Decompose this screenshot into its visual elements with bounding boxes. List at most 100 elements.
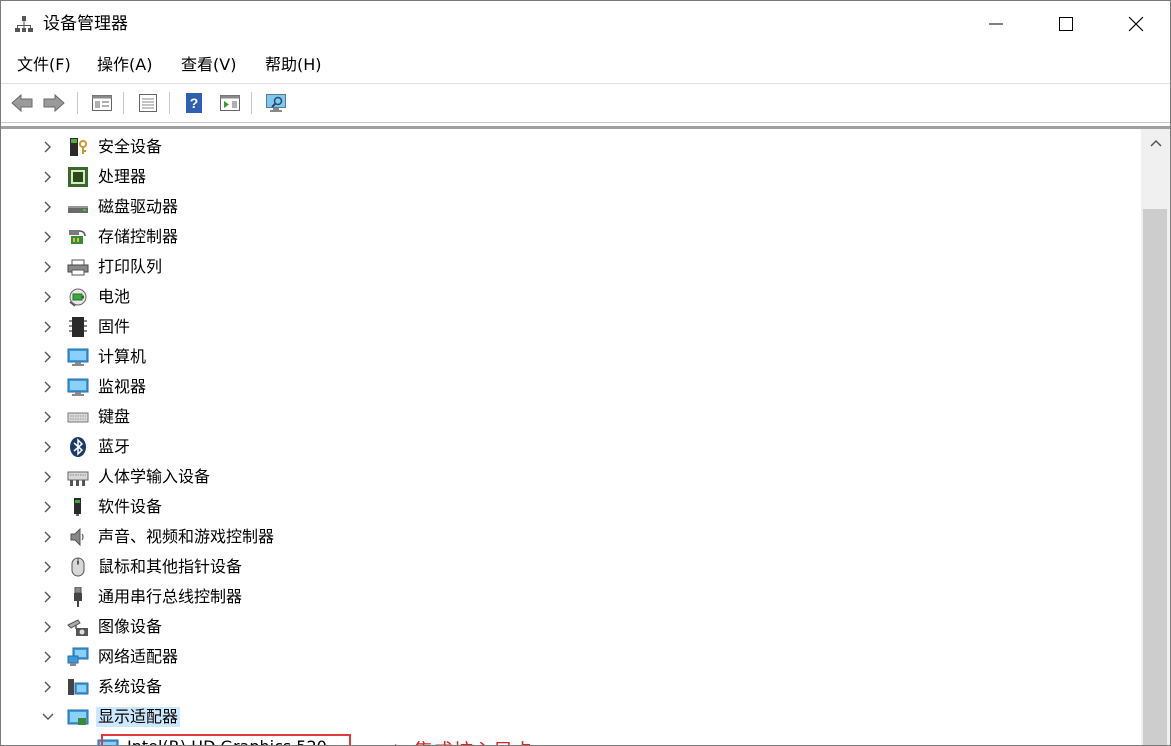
expand-chevron-right-icon[interactable] (41, 140, 55, 154)
tree-item-label: 监视器 (98, 377, 147, 396)
tree-item-label: 软件设备 (98, 497, 163, 516)
expand-chevron-right-icon[interactable] (41, 440, 55, 454)
scroll-up-button[interactable] (1141, 129, 1170, 157)
tree-item-label: 键盘 (98, 407, 131, 426)
expand-chevron-right-icon[interactable] (41, 470, 55, 484)
device-manager-window: 设备管理器 文件(F) 操作(A) 查看(V) 帮助(H) ? 安全设备 处理器… (0, 0, 1171, 746)
toolbar: ? (1, 84, 1170, 123)
tree-item-bluetooth[interactable]: 蓝牙 (1, 432, 1141, 462)
help-button[interactable]: ? (181, 90, 207, 116)
tree-item-computer[interactable]: 计算机 (1, 342, 1141, 372)
tree-item-network-adapters[interactable]: 网络适配器 (1, 642, 1141, 672)
expand-chevron-right-icon[interactable] (41, 380, 55, 394)
window-title: 设备管理器 (43, 14, 128, 34)
expand-chevron-right-icon[interactable] (41, 650, 55, 664)
menu-bar: 文件(F) 操作(A) 查看(V) 帮助(H) (1, 47, 1170, 84)
mouse-icon (71, 557, 85, 577)
menu-action[interactable]: 操作(A) (97, 55, 152, 75)
tree-item-batteries[interactable]: 电池 (1, 282, 1141, 312)
tree-item-human-interface-devices[interactable]: 人体学输入设备 (1, 462, 1141, 492)
expand-chevron-right-icon[interactable] (41, 200, 55, 214)
toolbar-separator (251, 92, 252, 114)
computer-icon (67, 348, 89, 366)
vertical-scrollbar[interactable] (1141, 126, 1170, 745)
tree-item-mice-pointing-devices[interactable]: 鼠标和其他指针设备 (1, 552, 1141, 582)
scroll-thumb[interactable] (1143, 209, 1167, 745)
maximize-button[interactable] (1031, 1, 1101, 47)
expand-chevron-right-icon[interactable] (41, 680, 55, 694)
tree-item-disk-drives[interactable]: 磁盘驱动器 (1, 192, 1141, 222)
monitor-icon (67, 378, 89, 396)
tree-item-imaging-devices[interactable]: 图像设备 (1, 612, 1141, 642)
title-bar[interactable]: 设备管理器 (1, 1, 1170, 47)
expand-chevron-right-icon[interactable] (41, 620, 55, 634)
expand-chevron-right-icon[interactable] (41, 530, 55, 544)
toolbar-separator (77, 92, 78, 114)
action-view-button[interactable] (217, 90, 243, 116)
back-arrow-icon (11, 93, 33, 113)
tree-item-sound-video-game-controllers[interactable]: 声音、视频和游戏控制器 (1, 522, 1141, 552)
tree-item-label: 网络适配器 (98, 647, 179, 666)
expand-chevron-right-icon[interactable] (41, 350, 55, 364)
expand-chevron-right-icon[interactable] (41, 320, 55, 334)
scan-hardware-icon (266, 94, 286, 112)
toolbar-separator (123, 92, 124, 114)
expand-chevron-right-icon[interactable] (41, 560, 55, 574)
menu-file[interactable]: 文件(F) (17, 55, 71, 75)
tree-item-label: 磁盘驱动器 (98, 197, 179, 216)
disk-drive-icon (68, 206, 88, 213)
menu-view[interactable]: 查看(V) (181, 55, 236, 75)
usb-icon (74, 587, 82, 607)
processor-icon (68, 167, 88, 187)
bluetooth-icon (70, 437, 86, 457)
tree-item-label: 打印队列 (98, 257, 163, 276)
close-button[interactable] (1101, 1, 1170, 47)
expand-chevron-right-icon[interactable] (41, 290, 55, 304)
expand-chevron-right-icon[interactable] (41, 410, 55, 424)
tree-item-label: 声音、视频和游戏控制器 (98, 527, 275, 546)
properties-button[interactable] (135, 90, 161, 116)
expand-chevron-right-icon[interactable] (41, 500, 55, 514)
annotation-text: 集成核心显卡 (413, 735, 533, 746)
chevron-up-icon (1149, 139, 1162, 147)
tree-item-usb-controllers[interactable]: 通用串行总线控制器 (1, 582, 1141, 612)
tree-item-keyboards[interactable]: 键盘 (1, 402, 1141, 432)
hid-icon (67, 471, 89, 486)
tree-item-display-adapters[interactable]: 显示适配器 (1, 702, 1141, 732)
expand-chevron-right-icon[interactable] (41, 170, 55, 184)
tree-item-label: 显示适配器 (96, 707, 181, 727)
tree-item-label: 安全设备 (98, 137, 163, 156)
tree-item-security-devices[interactable]: 安全设备 (1, 132, 1141, 162)
tree-item-intel-hd-graphics-520[interactable]: Intel(R) HD Graphics 520 集成核心显卡 (1, 732, 1141, 746)
tree-item-label: 固件 (98, 317, 131, 336)
expand-chevron-right-icon[interactable] (41, 590, 55, 604)
tree-item-processors[interactable]: 处理器 (1, 162, 1141, 192)
expand-chevron-right-icon[interactable] (41, 260, 55, 274)
tree-item-label: 图像设备 (98, 617, 163, 636)
expand-chevron-right-icon[interactable] (41, 230, 55, 244)
scan-hardware-button[interactable] (263, 90, 289, 116)
show-hide-console-tree-button[interactable] (89, 90, 115, 116)
toolbar-separator (169, 92, 170, 114)
minimize-button[interactable] (961, 1, 1031, 47)
tree-item-firmware[interactable]: 固件 (1, 312, 1141, 342)
svg-text:?: ? (190, 95, 199, 111)
tree-item-software-devices[interactable]: 软件设备 (1, 492, 1141, 522)
collapse-chevron-down-icon[interactable] (41, 710, 55, 724)
console-tree-icon (92, 95, 112, 111)
tree-item-label: 人体学输入设备 (98, 467, 211, 486)
security-device-icon (70, 138, 87, 156)
system-device-icon (68, 679, 89, 695)
forward-button[interactable] (41, 90, 67, 116)
tree-item-monitors[interactable]: 监视器 (1, 372, 1141, 402)
firmware-icon (69, 317, 87, 337)
tree-item-label: 蓝牙 (98, 437, 131, 456)
menu-help[interactable]: 帮助(H) (265, 55, 322, 75)
tree-item-system-devices[interactable]: 系统设备 (1, 672, 1141, 702)
back-button[interactable] (9, 90, 35, 116)
software-device-icon (74, 498, 81, 516)
tree-item-label: 通用串行总线控制器 (98, 587, 243, 606)
tree-item-label: 存储控制器 (98, 227, 179, 246)
tree-item-print-queues[interactable]: 打印队列 (1, 252, 1141, 282)
tree-item-storage-controllers[interactable]: 存储控制器 (1, 222, 1141, 252)
